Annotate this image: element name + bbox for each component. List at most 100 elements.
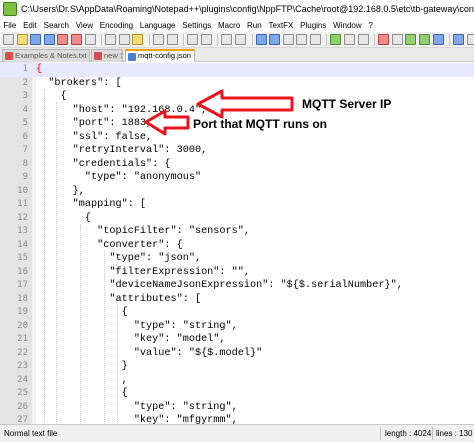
code-line[interactable]: 6 "ssl": false, xyxy=(0,131,474,145)
menu-window[interactable]: Window xyxy=(330,21,365,30)
code-text[interactable]: "type": "anonymous" xyxy=(36,171,201,185)
line-number: 23 xyxy=(17,361,28,371)
replace-icon[interactable] xyxy=(200,34,212,45)
notepad-plus-plus-icon xyxy=(3,2,17,16)
code-line[interactable]: 17 "deviceNameJsonExpression": "${$.seri… xyxy=(0,279,474,293)
code-text[interactable]: "value": "${$.model}" xyxy=(36,347,262,361)
code-text[interactable]: "ssl": false, xyxy=(36,131,153,145)
undo-icon[interactable] xyxy=(152,34,164,45)
code-line[interactable]: 2 "brokers": [ xyxy=(0,77,474,91)
open-file-icon[interactable] xyxy=(16,34,28,45)
code-text[interactable]: "retryInterval": 3000, xyxy=(36,144,208,158)
stop-macro-icon[interactable] xyxy=(391,34,403,45)
code-line[interactable]: 25 { xyxy=(0,387,474,401)
code-text[interactable]: { xyxy=(36,90,66,104)
code-line[interactable]: 24 , xyxy=(0,374,474,388)
code-text[interactable]: "attributes": [ xyxy=(36,293,201,307)
code-line[interactable]: 22 "value": "${$.model}" xyxy=(0,347,474,361)
code-text[interactable]: "deviceNameJsonExpression": "${$.serialN… xyxy=(36,279,402,293)
copy-icon[interactable] xyxy=(118,34,130,45)
code-line[interactable]: 10 }, xyxy=(0,185,474,199)
redo-icon[interactable] xyxy=(166,34,178,45)
record-macro-icon[interactable] xyxy=(378,34,390,45)
new-file-icon[interactable] xyxy=(3,34,14,45)
code-line[interactable]: 20 "type": "string", xyxy=(0,320,474,334)
code-line[interactable]: 11 "mapping": [ xyxy=(0,198,474,212)
code-line[interactable]: 12 { xyxy=(0,212,474,226)
menu-search[interactable]: Search xyxy=(40,21,72,30)
code-text[interactable]: "type": "string", xyxy=(36,401,238,415)
menu-edit[interactable]: Edit xyxy=(20,21,41,30)
menu-encoding[interactable]: Encoding xyxy=(96,21,136,30)
zoom-in-icon[interactable] xyxy=(221,34,233,45)
play-macro-icon[interactable] xyxy=(405,34,417,45)
menu-run[interactable]: Run xyxy=(244,21,265,30)
menu-textfx[interactable]: TextFX xyxy=(265,21,297,30)
menu-plugins[interactable]: Plugins xyxy=(297,21,330,30)
code-line[interactable]: 1{ xyxy=(0,63,474,77)
tab-new-1[interactable]: new 1 xyxy=(91,49,123,62)
code-text[interactable]: "host": "192.168.0.4", xyxy=(36,104,208,118)
code-text[interactable]: "type": "json", xyxy=(36,252,201,266)
code-line[interactable]: 18 "attributes": [ xyxy=(0,293,474,307)
ftp-icon[interactable] xyxy=(466,34,474,45)
paste-icon[interactable] xyxy=(132,34,144,45)
code-text[interactable]: { xyxy=(36,306,128,320)
menu-language[interactable]: Language xyxy=(137,21,179,30)
code-line[interactable]: 14 "converter": { xyxy=(0,239,474,253)
save-macro-icon[interactable] xyxy=(432,34,444,45)
code-line[interactable]: 16 "filterExpression": "", xyxy=(0,266,474,280)
code-text[interactable]: "key": "mfgyrmm", xyxy=(36,414,238,424)
code-text[interactable]: { xyxy=(36,387,128,401)
code-line[interactable]: 7 "retryInterval": 3000, xyxy=(0,144,474,158)
code-text[interactable]: { xyxy=(36,63,43,77)
code-line[interactable]: 23 } xyxy=(0,360,474,374)
sync-horizontal-icon[interactable] xyxy=(269,34,281,45)
save-icon[interactable] xyxy=(30,34,42,45)
word-wrap-icon[interactable] xyxy=(282,34,294,45)
code-text[interactable]: "type": "string", xyxy=(36,320,238,334)
close-all-icon[interactable] xyxy=(70,34,82,45)
print-icon[interactable] xyxy=(84,34,96,45)
code-line[interactable]: 21 "key": "model", xyxy=(0,333,474,347)
menu-help[interactable]: ? xyxy=(365,21,376,30)
code-line[interactable]: 3 { xyxy=(0,90,474,104)
menu-settings[interactable]: Settings xyxy=(179,21,215,30)
code-text[interactable]: "brokers": [ xyxy=(36,77,121,91)
sync-vertical-icon[interactable] xyxy=(255,34,267,45)
code-line[interactable]: 13 "topicFilter": "sensors", xyxy=(0,225,474,239)
code-line[interactable]: 9 "type": "anonymous" xyxy=(0,171,474,185)
code-line[interactable]: 15 "type": "json", xyxy=(0,252,474,266)
code-text[interactable]: "mapping": [ xyxy=(36,198,146,212)
menu-macro[interactable]: Macro xyxy=(215,21,244,30)
zoom-out-icon[interactable] xyxy=(234,34,246,45)
cut-icon[interactable] xyxy=(105,34,117,45)
tab-examples-notes[interactable]: Examples & Notes.txt xyxy=(2,49,90,62)
tab-mqtt-config[interactable]: mqtt-config.json xyxy=(125,49,195,62)
menu-view[interactable]: View xyxy=(72,21,96,30)
code-text[interactable]: "port": 1883, xyxy=(36,117,153,131)
user-language-icon[interactable] xyxy=(330,34,342,45)
show-all-chars-icon[interactable] xyxy=(296,34,308,45)
code-line[interactable]: 8 "credentials": { xyxy=(0,158,474,172)
abc-spellcheck-icon[interactable] xyxy=(453,34,465,45)
code-line[interactable]: 27 "key": "mfgyrmm", xyxy=(0,414,474,424)
close-icon[interactable] xyxy=(57,34,69,45)
function-list-icon[interactable] xyxy=(357,34,369,45)
code-text[interactable]: } xyxy=(36,360,128,374)
code-text[interactable]: , xyxy=(36,374,128,388)
indent-guide-icon[interactable] xyxy=(309,34,321,45)
code-text[interactable]: "filterExpression": "", xyxy=(36,266,250,280)
code-line[interactable]: 26 "type": "string", xyxy=(0,401,474,415)
find-icon[interactable] xyxy=(187,34,199,45)
document-map-icon[interactable] xyxy=(344,34,356,45)
code-line[interactable]: 4 "host": "192.168.0.4", xyxy=(0,104,474,118)
code-text[interactable]: "topicFilter": "sensors", xyxy=(36,225,250,239)
run-macro-multiple-icon[interactable] xyxy=(419,34,431,45)
code-text[interactable]: "key": "model", xyxy=(36,333,226,347)
menu-file[interactable]: File xyxy=(0,21,20,30)
line-number: 24 xyxy=(17,374,28,385)
code-text[interactable]: "converter": { xyxy=(36,239,183,253)
code-line[interactable]: 19 { xyxy=(0,306,474,320)
save-all-icon[interactable] xyxy=(43,34,55,45)
